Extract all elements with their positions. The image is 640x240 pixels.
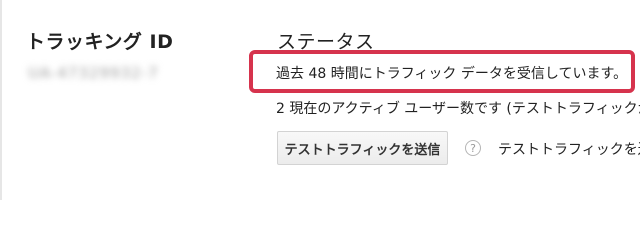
active-users-text: 2 現在のアクティブ ユーザー数です (テストトラフィックか [276,101,640,117]
send-test-traffic-button[interactable]: テストトラフィックを送信 [277,131,448,165]
left-border [0,0,2,200]
tracking-id-label: トラッキング ID [26,31,174,53]
help-icon[interactable]: ? [465,140,481,156]
tracking-id-value: UA-47329932-7 [28,64,159,82]
status-message: 過去 48 時間にトラフィック データを受信しています。 [276,66,628,82]
test-traffic-help-text: テストトラフィックを送 [498,142,640,158]
